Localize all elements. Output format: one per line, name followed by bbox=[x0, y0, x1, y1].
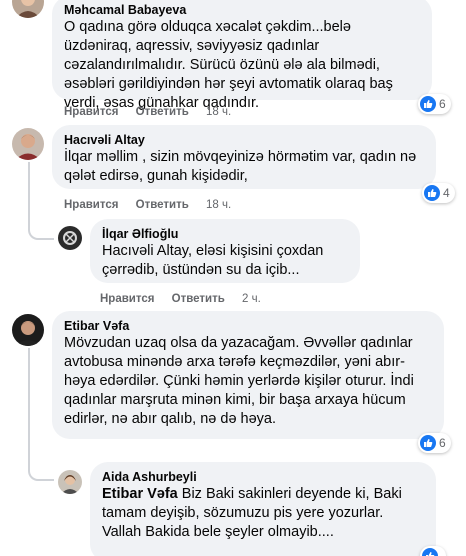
avatar[interactable] bbox=[58, 470, 82, 494]
comment-text: Mövzudan uzaq olsa da yazacağam. Əvvəllə… bbox=[64, 335, 414, 427]
reply-button[interactable]: Ответить bbox=[172, 293, 225, 305]
comment-bubble: Hacıvəli Altay İlqar məllim , sizin mövq… bbox=[52, 125, 436, 189]
avatar[interactable] bbox=[12, 314, 44, 346]
comment-author[interactable]: Hacıvəli Altay bbox=[64, 132, 424, 148]
avatar[interactable] bbox=[58, 226, 82, 250]
reaction-count[interactable] bbox=[420, 546, 446, 556]
comment-actions: Нравится Ответить 2 ч. bbox=[100, 293, 275, 305]
comment-text: O qadına görə olduqca xəcalət çəkdim...b… bbox=[64, 19, 393, 111]
avatar[interactable] bbox=[12, 0, 44, 18]
reply-button[interactable]: Ответить bbox=[136, 106, 189, 118]
reaction-number: 6 bbox=[439, 436, 446, 450]
comment-text: Hacıvəli Altay, eləsi kişisini çoxdan çə… bbox=[102, 243, 324, 278]
reaction-count[interactable]: 6 bbox=[418, 433, 451, 453]
reply-button[interactable]: Ответить bbox=[136, 199, 189, 211]
comment-bubble: Etibar Vəfa Mövzudan uzaq olsa da yazaca… bbox=[52, 311, 444, 439]
thread-connector bbox=[28, 162, 54, 240]
like-icon bbox=[424, 185, 440, 201]
comment-author[interactable]: Etibar Vəfa bbox=[64, 318, 432, 334]
comment-time[interactable]: 18 ч. bbox=[206, 199, 231, 211]
like-icon bbox=[420, 435, 436, 451]
avatar[interactable] bbox=[12, 128, 44, 160]
like-icon bbox=[420, 96, 436, 112]
comment-actions: Нравится Ответить 18 ч. bbox=[64, 199, 245, 211]
mention-link[interactable]: Etibar Vəfa bbox=[102, 486, 178, 502]
comment-bubble: İlqar Əlfioğlu Hacıvəli Altay, eləsi kiş… bbox=[90, 219, 360, 283]
reaction-number: 4 bbox=[443, 186, 450, 200]
reaction-count[interactable]: 4 bbox=[422, 183, 455, 203]
like-button[interactable]: Нравится bbox=[64, 106, 118, 118]
comment-bubble: Aida Ashurbeyli Etibar Vəfa Biz Baki sak… bbox=[90, 462, 436, 556]
comment-author[interactable]: İlqar Əlfioğlu bbox=[102, 226, 348, 242]
comment-author[interactable]: Aida Ashurbeyli bbox=[102, 469, 424, 485]
like-icon bbox=[422, 548, 438, 556]
comment-text: İlqar məllim , sizin mövqeyinizə hörməti… bbox=[64, 149, 417, 184]
comment-time[interactable]: 2 ч. bbox=[242, 293, 261, 305]
comment-actions: Нравится Ответить 18 ч. bbox=[64, 106, 245, 118]
comment-author[interactable]: Məhcamal Babayeva bbox=[64, 2, 420, 18]
comment-bubble: Məhcamal Babayeva O qadına görə olduqca … bbox=[52, 0, 432, 111]
comment-time[interactable]: 18 ч. bbox=[206, 106, 231, 118]
reaction-number: 6 bbox=[439, 97, 446, 111]
like-button[interactable]: Нравится bbox=[100, 293, 154, 305]
like-button[interactable]: Нравится bbox=[64, 199, 118, 211]
reaction-count[interactable]: 6 bbox=[418, 94, 451, 114]
comment-text: Etibar Vəfa Biz Baki sakinleri deyende k… bbox=[102, 485, 424, 542]
thread-connector bbox=[28, 348, 54, 481]
